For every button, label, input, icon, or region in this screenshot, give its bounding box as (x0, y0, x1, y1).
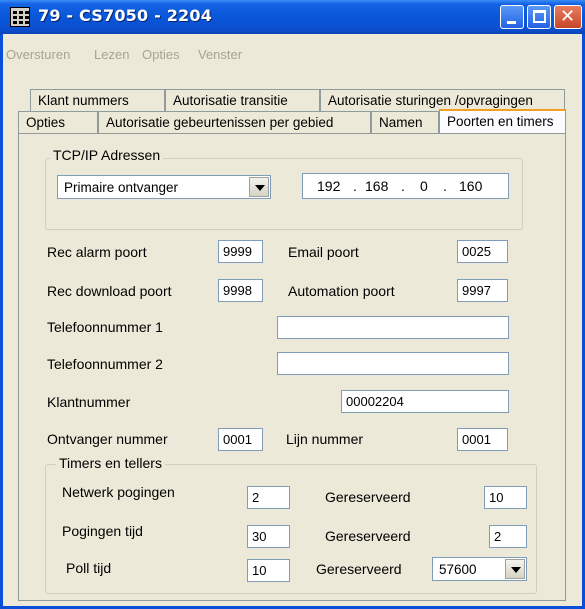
net-attempts-field[interactable]: 2 (247, 486, 290, 509)
tab-autorisatie-transitie[interactable]: Autorisatie transitie (165, 89, 320, 111)
maximize-button[interactable] (527, 5, 551, 29)
tab-panel-poorten-en-timers: TCP/IP Adressen Primaire ontvanger 192 .… (18, 133, 566, 601)
window-title: 79 - CS7050 - 2204 (38, 6, 213, 25)
menu-item-lezen[interactable]: Lezen (94, 47, 129, 62)
poll-time-label: Poll tijd (66, 560, 112, 576)
tab-label: Opties (26, 115, 66, 130)
chevron-down-icon[interactable] (505, 559, 525, 579)
tab-label: Autorisatie sturingen /opvragingen (328, 93, 533, 108)
receiver-number-label: Ontvanger nummer (47, 431, 168, 447)
poll-time-field[interactable]: 10 (247, 559, 290, 582)
ip-octet-3: 0 (420, 178, 428, 194)
menu-item-opties[interactable]: Opties (142, 47, 180, 62)
account-field[interactable]: 00002204 (341, 390, 509, 413)
tel2-field[interactable] (277, 352, 509, 375)
tab-namen[interactable]: Namen (371, 111, 439, 133)
tab-autorisatie-gebeurtenissen[interactable]: Autorisatie gebeurtenissen per gebied (98, 111, 371, 133)
tel2-label: Telefoonnummer 2 (47, 356, 163, 372)
calculator-icon[interactable] (10, 7, 30, 27)
reserved3-select-value: 57600 (439, 562, 477, 577)
rec-download-field[interactable]: 9998 (218, 279, 263, 302)
rec-alarm-field[interactable]: 9999 (218, 240, 263, 263)
account-label: Klantnummer (47, 394, 131, 410)
reserved3-label: Gereserveerd (316, 561, 402, 577)
minimize-icon (507, 21, 516, 24)
chevron-down-icon[interactable] (249, 177, 269, 197)
tab-opties[interactable]: Opties (18, 111, 98, 133)
rec-download-label: Rec download poort (47, 283, 172, 299)
tcpip-group-title: TCP/IP Adressen (50, 147, 164, 163)
line-number-label: Lijn nummer (286, 431, 364, 447)
tab-label: Namen (379, 115, 423, 130)
minimize-button[interactable] (500, 5, 524, 29)
tab-poorten-en-timers[interactable]: Poorten en timers (439, 109, 566, 133)
tab-klant-nummers[interactable]: Klant nummers (30, 89, 165, 111)
reserved2-field[interactable]: 2 (489, 525, 527, 548)
ip-octet-2: 168 (365, 178, 389, 194)
attempt-time-label: Pogingen tijd (62, 523, 143, 539)
tel1-field[interactable] (277, 316, 509, 339)
reserved1-field[interactable]: 10 (484, 486, 527, 509)
menu-item-oversturen[interactable]: Oversturen (6, 47, 70, 62)
ip-octet-4: 160 (459, 178, 483, 194)
timers-group-title: Timers en tellers (56, 455, 165, 471)
attempt-time-field[interactable]: 30 (247, 525, 290, 548)
tab-autorisatie-sturingen[interactable]: Autorisatie sturingen /opvragingen (320, 89, 565, 111)
email-port-label: Email poort (288, 244, 359, 260)
reserved2-label: Gereserveerd (325, 528, 411, 544)
ip-dot: . (401, 178, 405, 194)
tab-label: Poorten en timers (447, 114, 554, 129)
ip-octet-1: 192 (317, 178, 341, 194)
receiver-number-field[interactable]: 0001 (218, 428, 263, 451)
net-attempts-label: Netwerk pogingen (62, 484, 175, 500)
menu-bar: Oversturen Lezen Opties Venster (3, 34, 582, 62)
receiver-select[interactable]: Primaire ontvanger (57, 175, 271, 199)
receiver-select-value: Primaire ontvanger (64, 180, 179, 195)
tel1-label: Telefoonnummer 1 (47, 319, 163, 335)
rec-alarm-label: Rec alarm poort (47, 244, 147, 260)
close-button[interactable]: ✕ (554, 5, 582, 29)
automation-port-label: Automation poort (288, 283, 395, 299)
reserved3-select[interactable]: 57600 (432, 557, 527, 581)
automation-port-field[interactable]: 9997 (457, 279, 508, 302)
reserved1-label: Gereserveerd (325, 489, 411, 505)
ip-dot: . (353, 178, 357, 194)
ip-address-field[interactable]: 192 . 168 . 0 . 160 (302, 173, 509, 199)
maximize-icon (533, 10, 546, 23)
ip-dot: . (443, 178, 447, 194)
close-icon: ✕ (560, 6, 576, 27)
tab-label: Klant nummers (38, 93, 129, 108)
title-bar[interactable]: 79 - CS7050 - 2204 ✕ (0, 0, 585, 34)
line-number-field[interactable]: 0001 (457, 428, 508, 451)
tab-label: Autorisatie gebeurtenissen per gebied (106, 115, 334, 130)
tab-label: Autorisatie transitie (173, 93, 288, 108)
menu-item-venster[interactable]: Venster (198, 47, 242, 62)
email-port-field[interactable]: 0025 (457, 240, 508, 263)
